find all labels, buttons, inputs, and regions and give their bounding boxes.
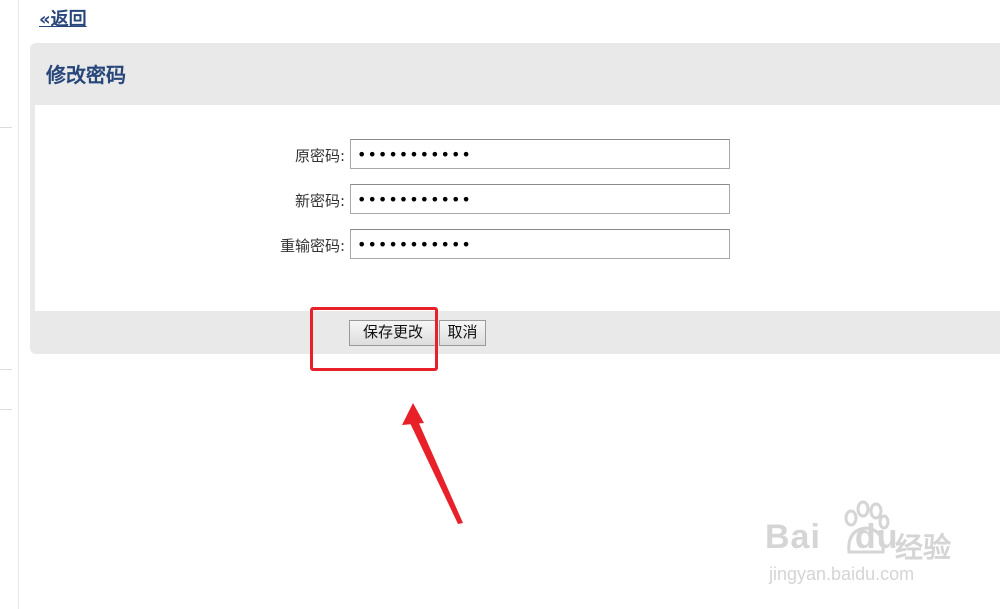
back-link[interactable]: «返回 [39,8,87,32]
form-row-old-password: 原密码: [35,139,1000,173]
paw-icon [844,500,890,554]
old-password-input[interactable] [350,139,730,169]
watermark-url: jingyan.baidu.com [769,564,915,584]
password-form: 原密码: 新密码: 重输密码: [35,105,1000,311]
change-password-panel: 修改密码 原密码: 新密码: 重输密码: 保存更改 取消 [30,43,1000,354]
annotation-arrow-icon [402,403,463,524]
sidebar-divider [0,369,12,370]
highlight-annotation-box [310,307,438,371]
old-password-label: 原密码: [294,147,345,165]
new-password-input[interactable] [350,184,730,214]
sidebar-divider [0,127,12,128]
baidu-jingyan-watermark: Bai du 经验 jingyan.baidu.com [765,500,985,590]
confirm-password-label: 重输密码: [279,237,345,255]
new-password-label: 新密码: [294,192,345,210]
form-row-new-password: 新密码: [35,184,1000,218]
panel-title: 修改密码 [46,63,126,87]
watermark-suffix: 经验 [895,531,952,564]
cancel-button[interactable]: 取消 [439,320,486,346]
left-sidebar-edge [0,0,19,609]
sidebar-divider [0,409,12,410]
confirm-password-input[interactable] [350,229,730,259]
form-row-confirm-password: 重输密码: [35,229,1000,263]
